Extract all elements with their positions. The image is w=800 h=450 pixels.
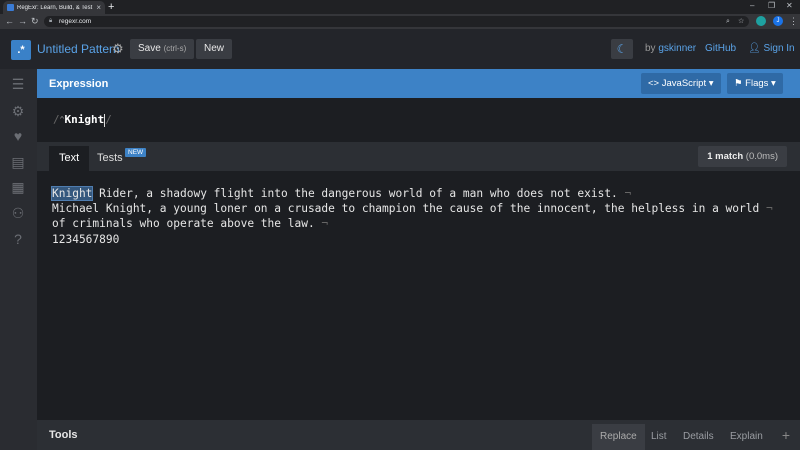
cheatsheet-icon[interactable]: ▤	[9, 153, 27, 171]
expression-title: Expression	[49, 78, 109, 90]
test-text-editor[interactable]: Knight Rider, a shadowy flight into the …	[37, 171, 800, 420]
regexr-logo-icon[interactable]: .*	[11, 40, 31, 60]
browser-menu-icon[interactable]: ⋮	[789, 15, 798, 27]
expression-header: Expression <> JavaScript ▾ ⚑ Flags ▾	[37, 69, 800, 98]
sidebar: ☰ ⚙ ♥ ▤ ▦ ⚇ ?	[0, 69, 37, 450]
author-credit: by gskinner	[645, 43, 696, 55]
moon-icon[interactable]: ☾	[611, 39, 633, 59]
zoom-icon[interactable]: ⌕	[726, 17, 730, 26]
text-line: Michael Knight, a young loner on a crusa…	[52, 202, 773, 216]
tools-bar: Tools Replace List Details Explain +	[37, 420, 800, 450]
new-badge: NEW	[125, 148, 147, 157]
tool-tab-list[interactable]: List	[643, 424, 675, 450]
save-shortcut: (ctrl-s)	[163, 44, 187, 53]
author-link[interactable]: gskinner	[658, 43, 696, 54]
code-icon: <>	[648, 78, 660, 89]
text-line: Knight Rider, a shadowy flight into the …	[50, 186, 632, 201]
flag-icon: ⚑	[734, 78, 743, 89]
newline-marker-icon: ¬	[759, 202, 773, 216]
text-line: 1234567890	[52, 232, 120, 246]
menu-icon[interactable]: ☰	[9, 75, 27, 93]
back-icon[interactable]: ←	[5, 16, 14, 27]
github-link[interactable]: GitHub	[705, 43, 736, 55]
help-icon[interactable]: ?	[9, 230, 27, 248]
lock-icon: 🔒︎	[49, 18, 53, 24]
by-label: by	[645, 43, 656, 54]
address-bar[interactable]: 🔒︎ regexr.com ⌕ ☆	[44, 16, 749, 27]
url-text: regexr.com	[59, 18, 92, 25]
pattern-text: Knight	[64, 113, 105, 126]
browser-toolbar: ← → ↻ 🔒︎ regexr.com ⌕ ☆ J ⋮	[0, 14, 800, 29]
expression-editor[interactable]: /^Knight/	[37, 98, 800, 142]
favorites-icon[interactable]: ♥	[9, 127, 27, 145]
save-button[interactable]: Save (ctrl-s)	[130, 39, 195, 59]
match-count-badge: 1 match (0.0ms)	[698, 146, 787, 167]
close-tab-icon[interactable]: ×	[96, 3, 101, 12]
regexr-favicon-icon	[7, 4, 14, 11]
delimiter-open: /	[53, 113, 60, 126]
settings-icon[interactable]: ⚙	[9, 102, 27, 120]
match-count: 1 match	[707, 151, 744, 162]
match-time: (0.0ms)	[745, 151, 778, 162]
tool-tab-details[interactable]: Details	[675, 424, 722, 450]
sign-in-button[interactable]: 👤︎ Sign In	[748, 42, 795, 56]
maximize-icon[interactable]: ❐	[768, 1, 775, 10]
bookmark-star-icon[interactable]: ☆	[738, 17, 744, 26]
profile-avatar[interactable]: J	[773, 16, 783, 26]
flags-label: Flags ▾	[745, 78, 776, 89]
add-tool-icon[interactable]: +	[782, 426, 790, 444]
sign-in-label: Sign In	[763, 43, 795, 54]
tool-tab-replace[interactable]: Replace	[592, 424, 645, 450]
reference-icon[interactable]: ▦	[9, 178, 27, 196]
browser-tab[interactable]: RegExr: Learn, Build, & Test RegE ×	[3, 1, 105, 14]
text-panel-header: Text Tests NEW 1 match (0.0ms)	[37, 142, 800, 171]
browser-tabstrip: RegExr: Learn, Build, & Test RegE × + – …	[0, 0, 800, 14]
match-highlight: Knight	[50, 186, 94, 201]
app-header: .* Untitled Pattern ⚙ Save (ctrl-s) New …	[0, 29, 800, 69]
delimiter-close: /	[105, 113, 112, 126]
community-icon[interactable]: ⚇	[9, 204, 27, 222]
pattern-title[interactable]: Untitled Pattern	[37, 41, 120, 57]
expression-input[interactable]: /^Knight/	[53, 112, 112, 128]
newline-marker-icon: ¬	[617, 187, 632, 200]
minimize-icon[interactable]: –	[750, 1, 754, 10]
newline-marker-icon: ¬	[314, 217, 329, 231]
forward-icon[interactable]: →	[18, 16, 27, 27]
new-tab-button[interactable]: +	[108, 1, 114, 13]
tab-tests[interactable]: Tests	[97, 146, 123, 171]
user-icon: 👤︎	[748, 43, 761, 54]
flags-dropdown[interactable]: ⚑ Flags ▾	[727, 73, 783, 94]
browser-tab-title: RegExr: Learn, Build, & Test RegE	[17, 4, 93, 11]
new-button[interactable]: New	[196, 39, 233, 59]
tool-tab-explain[interactable]: Explain	[722, 424, 771, 450]
test-text[interactable]: Knight Rider, a shadowy flight into the …	[50, 186, 773, 247]
flavor-label: JavaScript ▾	[661, 78, 714, 89]
text-line: of criminals who operate above the law. …	[52, 217, 329, 231]
tab-text[interactable]: Text	[49, 146, 90, 171]
flavor-dropdown[interactable]: <> JavaScript ▾	[641, 73, 721, 94]
reload-icon[interactable]: ↻	[31, 16, 39, 27]
window-close-icon[interactable]: ✕	[786, 1, 793, 10]
save-label: Save	[138, 43, 161, 54]
tools-title: Tools	[49, 429, 78, 441]
extension-icon[interactable]	[756, 16, 766, 26]
gear-icon[interactable]: ⚙	[112, 41, 124, 57]
